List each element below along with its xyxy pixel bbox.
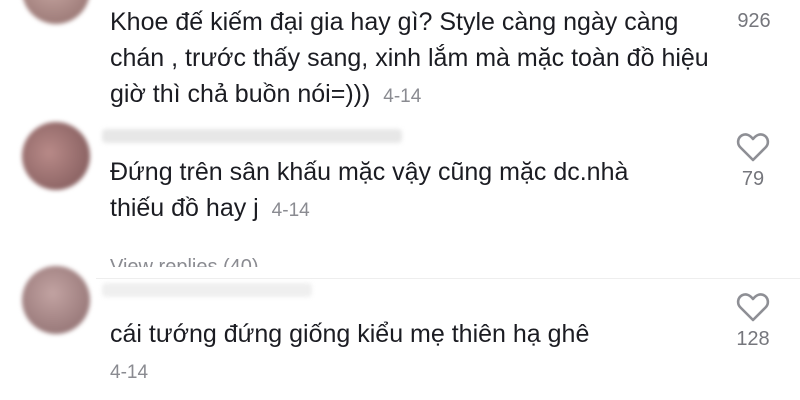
- like-button[interactable]: 926: [724, 10, 784, 33]
- like-count: 926: [737, 10, 771, 32]
- comment-date: 4-14: [271, 200, 310, 221]
- comment-text: Khoe đế kiếm đại gia hay gì? Style càng …: [110, 4, 710, 115]
- avatar[interactable]: [22, 0, 90, 24]
- comment-3: cái tướng đứng giống kiểu mẹ thiên hạ gh…: [0, 266, 800, 400]
- avatar[interactable]: [22, 266, 90, 334]
- like-button[interactable]: 79: [723, 132, 783, 191]
- avatar[interactable]: [22, 122, 90, 190]
- view-replies-link[interactable]: View replies (40) ⌄: [110, 255, 281, 267]
- like-count: 128: [736, 328, 770, 350]
- like-button[interactable]: 128: [723, 292, 783, 351]
- heart-outline-icon: [736, 293, 770, 322]
- heart-outline-icon: [736, 133, 770, 162]
- comment-date: 4-14: [110, 362, 149, 383]
- comment-date: 4-14: [383, 86, 422, 107]
- comment-body: cái tướng đứng giống kiểu mẹ thiên hạ gh…: [110, 320, 590, 348]
- comment-text: Đứng trên sân khấu mặc vậy cũng mặc dc.n…: [110, 154, 670, 229]
- comment-2: Đứng trên sân khấu mặc vậy cũng mặc dc.n…: [0, 122, 800, 270]
- chevron-down-icon: ⌄: [264, 256, 281, 267]
- like-count: 79: [741, 168, 765, 190]
- comment-text: cái tướng đứng giống kiểu mẹ thiên hạ gh…: [110, 316, 710, 391]
- comment-1: Khoe đế kiếm đại gia hay gì? Style càng …: [0, 0, 800, 130]
- comment-body: Đứng trên sân khấu mặc vậy cũng mặc dc.n…: [110, 158, 629, 222]
- view-replies-label: View replies (40): [110, 256, 259, 267]
